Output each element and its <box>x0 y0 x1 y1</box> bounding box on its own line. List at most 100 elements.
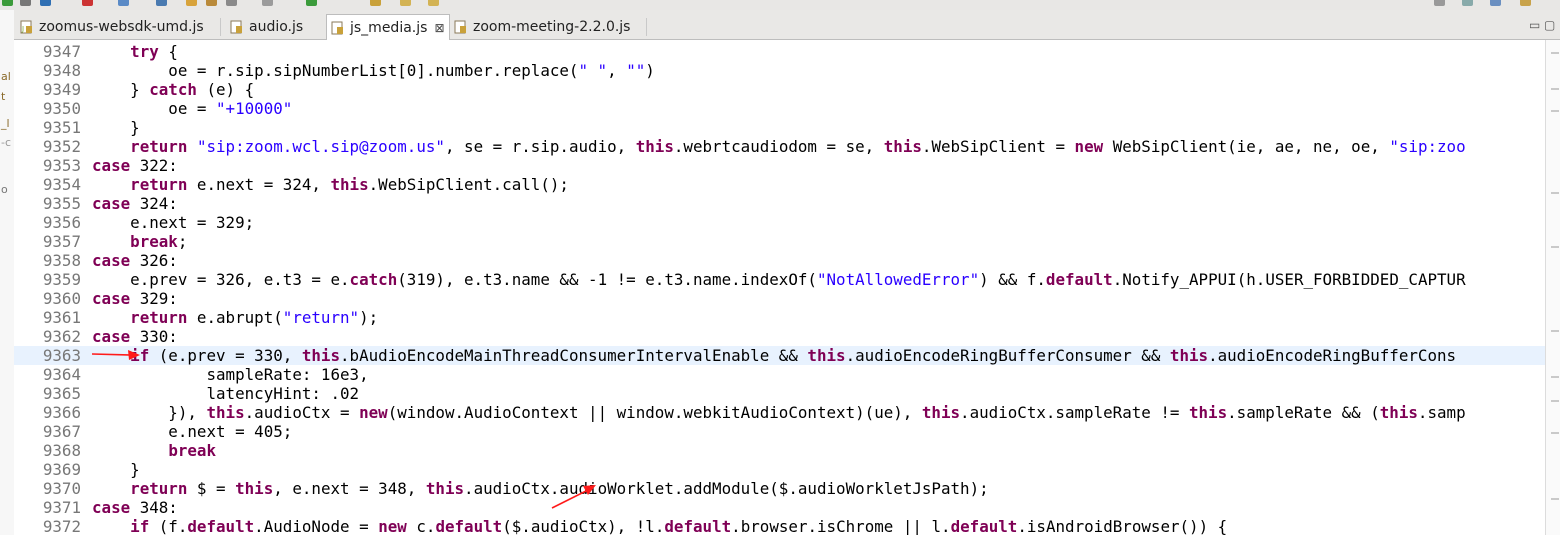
keyword-token: default <box>664 517 732 535</box>
code-token: .audioCtx = <box>244 403 360 422</box>
code-line[interactable]: 9357 break; <box>14 232 1545 251</box>
string-token: "sip:zoo <box>1389 137 1466 156</box>
code-line[interactable]: 9354 return e.next = 324, this.WebSipCli… <box>14 175 1545 194</box>
toolbar-icon[interactable] <box>306 0 317 6</box>
toolbar-icon[interactable] <box>156 0 167 6</box>
tab-label: zoom-meeting-2.2.0.js <box>473 18 631 35</box>
tab-js-media[interactable]: js_media.js ⊠ <box>326 14 450 40</box>
code-line[interactable]: 9369 } <box>14 460 1545 479</box>
toolbar-icon[interactable] <box>226 0 237 6</box>
line-number: 9347 <box>42 42 81 61</box>
code-line[interactable]: 9370 return $ = this, e.next = 348, this… <box>14 479 1545 498</box>
code-line[interactable]: 9368 break <box>14 441 1545 460</box>
keyword-token: try <box>130 42 159 61</box>
code-token: (e.prev = 330, <box>149 346 302 365</box>
code-line[interactable]: 9371 case 348: <box>14 498 1545 517</box>
toolbar-icon[interactable] <box>186 0 197 6</box>
toolbar <box>0 0 1560 10</box>
keyword-token: this <box>635 137 674 156</box>
maximize-icon[interactable]: ▢ <box>1544 18 1555 32</box>
toolbar-icon[interactable] <box>118 0 129 6</box>
code-text: break; <box>92 232 187 251</box>
toolbar-icon[interactable] <box>1520 0 1531 6</box>
string-token: "NotAllowedError" <box>816 270 980 289</box>
editor-tab-bar: J zoomus-websdk-umd.js audio.js js_media… <box>14 10 1560 40</box>
code-line[interactable]: 9372 if (f.default.AudioNode = new c.def… <box>14 517 1545 535</box>
code-line[interactable]: 9363 if (e.prev = 330, this.bAudioEncode… <box>14 346 1545 365</box>
code-line[interactable]: 9349 } catch (e) { <box>14 80 1545 99</box>
tab-zoom-meeting[interactable]: zoom-meeting-2.2.0.js <box>450 14 650 39</box>
keyword-token: this <box>883 137 922 156</box>
toolbar-icon[interactable] <box>40 0 51 6</box>
code-line[interactable]: 9356 e.next = 329; <box>14 213 1545 232</box>
code-token: WebSipClient(ie, ae, ne, oe, <box>1103 137 1390 156</box>
code-line[interactable]: 9350 oe = "+10000" <box>14 99 1545 118</box>
left-panel-fragment: o <box>1 183 8 196</box>
code-text: break <box>92 441 216 460</box>
code-token: ) && f. <box>979 270 1046 289</box>
toolbar-icon[interactable] <box>428 0 439 6</box>
code-token: .audioEncodeRingBufferConsumer && <box>845 346 1170 365</box>
line-number: 9359 <box>42 270 81 289</box>
code-token: .isAndroidBrowser()) { <box>1017 517 1228 535</box>
code-line[interactable]: 9353 case 322: <box>14 156 1545 175</box>
code-token: e.abrupt( <box>187 308 283 327</box>
code-line[interactable]: 9347 try { <box>14 42 1545 61</box>
code-line[interactable]: 9366 }), this.audioCtx = new(window.Audi… <box>14 403 1545 422</box>
code-line[interactable]: 9348 oe = r.sip.sipNumberList[0].number.… <box>14 61 1545 80</box>
left-panel-edge: al t _l -c o <box>0 10 15 535</box>
code-token: .sampleRate && ( <box>1227 403 1380 422</box>
vertical-scrollbar[interactable] <box>1545 40 1560 535</box>
line-number: 9353 <box>42 156 81 175</box>
code-line[interactable]: 9367 e.next = 405; <box>14 422 1545 441</box>
line-number: 9362 <box>42 327 81 346</box>
code-line[interactable]: 9360 case 329: <box>14 289 1545 308</box>
js-file-icon <box>454 20 467 34</box>
minimize-icon[interactable]: ▭ <box>1529 18 1540 32</box>
code-line[interactable]: 9364 sampleRate: 16e3, <box>14 365 1545 384</box>
toolbar-icon[interactable] <box>2 0 13 6</box>
keyword-token: this <box>330 175 369 194</box>
keyword-token: break <box>168 441 217 460</box>
toolbar-icon[interactable] <box>370 0 381 6</box>
toolbar-icon[interactable] <box>1434 0 1445 6</box>
toolbar-icon[interactable] <box>206 0 217 6</box>
code-token: 329: <box>130 289 178 308</box>
code-text: e.next = 329; <box>92 213 254 232</box>
keyword-token: case <box>92 156 131 175</box>
toolbar-icon[interactable] <box>20 0 31 6</box>
line-number: 9357 <box>42 232 81 251</box>
code-line[interactable]: 9358 case 326: <box>14 251 1545 270</box>
toolbar-icon[interactable] <box>400 0 411 6</box>
keyword-token: new <box>359 403 388 422</box>
code-text: } catch (e) { <box>92 80 254 99</box>
close-tab-icon[interactable]: ⊠ <box>434 21 444 35</box>
code-line[interactable]: 9365 latencyHint: .02 <box>14 384 1545 403</box>
code-text: case 330: <box>92 327 178 346</box>
string-token: " " <box>578 61 608 80</box>
toolbar-icon[interactable] <box>262 0 273 6</box>
line-number: 9370 <box>42 479 81 498</box>
string-token: "+10000" <box>216 99 293 118</box>
code-text: } <box>92 118 140 137</box>
code-line[interactable]: 9351 } <box>14 118 1545 137</box>
line-number: 9360 <box>42 289 81 308</box>
code-line[interactable]: 9362 case 330: <box>14 327 1545 346</box>
code-editor[interactable]: 9347 try {9348 oe = r.sip.sipNumberList[… <box>14 40 1545 535</box>
toolbar-icon[interactable] <box>82 0 93 6</box>
code-line[interactable]: 9352 return "sip:zoom.wcl.sip@zoom.us", … <box>14 137 1545 156</box>
keyword-token: this <box>1379 403 1418 422</box>
toolbar-icon[interactable] <box>1462 0 1473 6</box>
code-token: .audioCtx.audioWorklet.addModule($.audio… <box>464 479 989 498</box>
toolbar-icon[interactable] <box>1490 0 1501 6</box>
tab-audio[interactable]: audio.js <box>226 14 326 39</box>
tab-zoomus-websdk-umd[interactable]: J zoomus-websdk-umd.js <box>16 14 216 39</box>
code-line[interactable]: 9361 return e.abrupt("return"); <box>14 308 1545 327</box>
annotation-arrow-audio-worklet <box>551 485 596 509</box>
code-line[interactable]: 9355 case 324: <box>14 194 1545 213</box>
code-text: e.next = 405; <box>92 422 292 441</box>
code-line[interactable]: 9359 e.prev = 326, e.t3 = e.catch(319), … <box>14 270 1545 289</box>
code-token: (f. <box>149 517 188 535</box>
tab-label: zoomus-websdk-umd.js <box>39 18 204 35</box>
js-file-icon <box>230 20 243 34</box>
